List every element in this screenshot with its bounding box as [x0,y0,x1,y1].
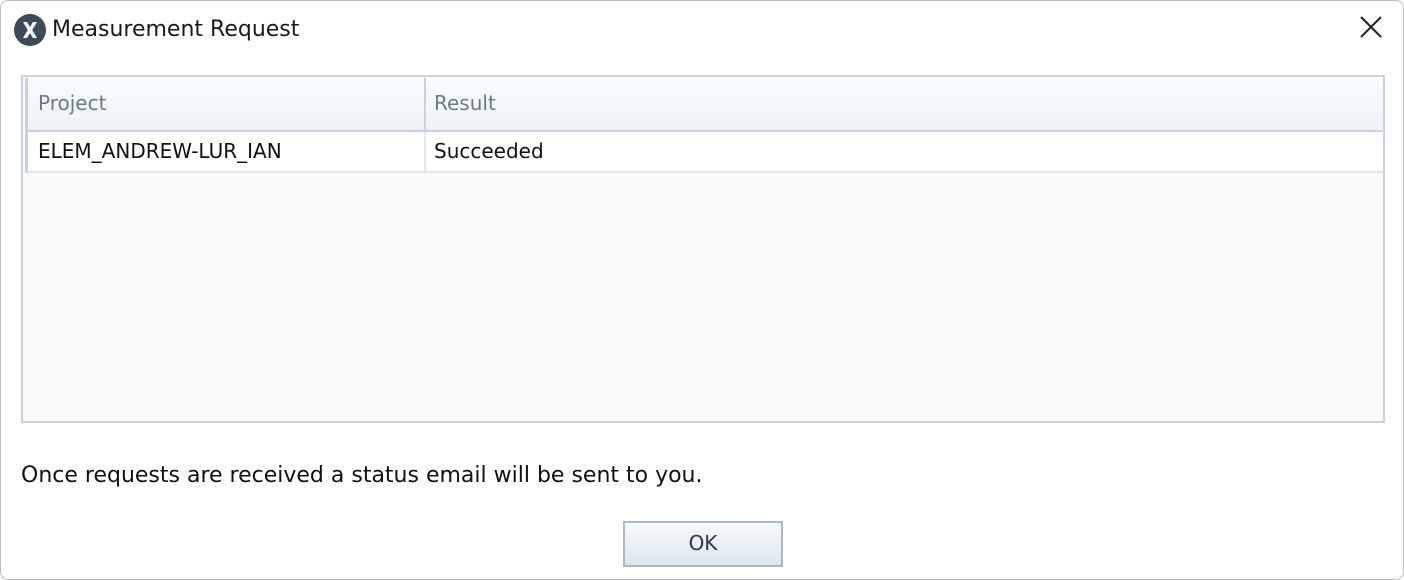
x-circle-logo-icon [14,14,46,46]
cell-result: Succeeded [434,139,544,163]
table-row[interactable]: ELEM_ANDREW-LUR_IAN Succeeded [25,132,1383,173]
results-grid: Project Result ELEM_ANDREW-LUR_IAN Succe… [21,75,1385,423]
cell-project: ELEM_ANDREW-LUR_IAN [38,139,282,163]
column-header-project[interactable]: Project [30,78,424,130]
status-message: Once requests are received a status emai… [21,463,703,488]
measurement-request-dialog: Measurement Request Project Result ELEM_… [0,0,1404,580]
close-button[interactable] [1347,7,1395,51]
title-bar: Measurement Request [1,1,1403,59]
ok-button[interactable]: OK [623,521,783,567]
grid-header: Project Result [25,78,1383,132]
close-icon [1359,15,1383,43]
column-header-result[interactable]: Result [426,78,1384,130]
window-title: Measurement Request [52,17,300,42]
